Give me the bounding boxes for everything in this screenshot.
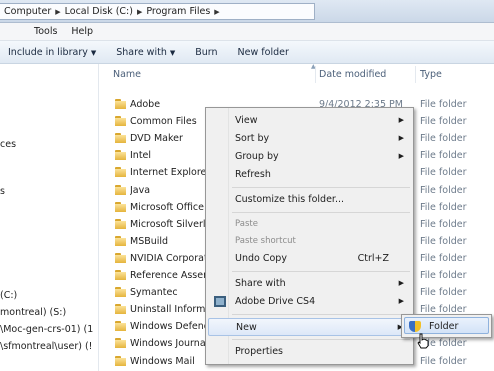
submenu-item-folder[interactable]: Folder [404,317,489,334]
file-type: File folder [420,287,467,299]
hand-cursor-icon [417,333,429,349]
crumb-program-files[interactable]: Program Files [146,6,210,17]
share-with-label: Share with [116,46,167,58]
crumb-local-disk[interactable]: Local Disk (C:) [65,6,133,17]
folder-icon [115,287,126,298]
menu-item-label: Share with [235,278,286,289]
file-type: File folder [420,235,467,247]
menu-item-view[interactable]: View ▶ [208,112,411,130]
chevron-down-icon: ▼ [90,48,97,57]
menu-item-sort-by[interactable]: Sort by ▶ [208,130,411,148]
menu-item-refresh[interactable]: Refresh [208,166,411,184]
shield-folder-icon [409,321,421,332]
submenu-arrow-icon: ▶ [398,279,404,287]
folder-icon [115,321,126,332]
menu-item-paste-shortcut[interactable]: Paste shortcut [208,233,411,251]
include-in-library-label: Include in library [8,46,88,58]
folder-icon [115,218,126,229]
menu-item-properties[interactable]: Properties [208,343,411,361]
menu-item-label: View [235,115,258,126]
folder-icon [115,201,126,212]
submenu-arrow-icon: ▶ [398,134,404,142]
folder-icon [115,355,126,366]
new-submenu: Folder [401,314,492,338]
share-with-button[interactable]: Share with ▼ [116,47,175,58]
submenu-item-label: Folder [429,321,459,332]
menu-item-label: Adobe Drive CS4 [235,296,316,307]
column-divider[interactable] [315,66,316,83]
column-divider[interactable] [415,66,416,83]
folder-icon [115,235,126,246]
file-type: File folder [420,99,467,110]
folder-icon [115,184,126,195]
column-header-row: ▲ Name Date modified Type [99,63,494,86]
file-type: File folder [420,218,467,230]
file-type: File folder [420,116,467,128]
menu-item-label: Properties [235,346,284,357]
crumb-separator-icon[interactable]: ▶ [214,8,219,16]
command-bar: Include in library ▼ Share with ▼ Burn New… [0,41,494,64]
menu-separator [232,212,410,213]
menu-item-shortcut: Ctrl+Z [357,253,389,264]
folder-icon [115,99,126,109]
menu-item-label: Undo Copy [235,253,287,264]
folder-icon [115,304,126,315]
file-type: File folder [420,355,467,367]
menu-bar: Tools Help [0,23,494,41]
column-header-name[interactable]: Name [113,69,141,80]
file-type: File folder [420,252,467,264]
submenu-arrow-icon: ▶ [398,297,404,305]
file-type: File folder [420,201,467,213]
menu-item-label: Customize this folder... [235,194,345,205]
folder-icon [115,150,126,161]
folder-icon [115,270,126,280]
folder-icon [115,252,126,263]
menu-tools[interactable]: Tools [34,26,57,37]
menu-item-paste[interactable]: Paste [208,216,411,234]
menu-item-label: Sort by [235,133,270,144]
menu-item-group-by[interactable]: Group by ▶ [208,148,411,166]
breadcrumb[interactable]: Computer ▶ Local Disk (C:) ▶ Program Fil… [0,3,315,20]
menu-separator [232,271,410,272]
column-header-date-modified[interactable]: Date modified [319,69,386,80]
crumb-separator-icon[interactable]: ▶ [137,8,142,16]
file-type: File folder [420,133,467,145]
menu-separator [232,187,410,188]
include-in-library-button[interactable]: Include in library ▼ [8,47,96,58]
menu-item-undo-copy[interactable]: Undo Copy Ctrl+Z [208,250,411,268]
crumb-separator-icon[interactable]: ▶ [55,8,60,16]
menu-help[interactable]: Help [71,26,93,37]
folder-icon [115,133,126,144]
folder-icon [115,116,126,127]
new-folder-button[interactable]: New folder [238,47,289,58]
menu-item-label: Refresh [235,169,271,180]
menu-item-label: Group by [235,151,279,162]
submenu-arrow-icon: ▶ [398,116,404,124]
burn-button[interactable]: Burn [195,47,217,58]
menu-item-label: New [236,322,257,333]
file-type: File folder [420,150,467,162]
menu-item-adobe-drive[interactable]: Adobe Drive CS4 ▶ [208,293,411,311]
crumb-computer[interactable]: Computer [4,6,51,17]
file-type: File folder [420,184,467,196]
menu-separator [232,314,410,315]
menu-item-customize-folder[interactable]: Customize this folder... [208,191,411,209]
menu-item-label: Paste shortcut [235,236,296,246]
column-header-type[interactable]: Type [420,69,442,80]
menu-item-new[interactable]: New ▶ [208,318,411,336]
file-type: File folder [420,167,467,179]
context-menu: View ▶ Sort by ▶ Group by ▶ Refresh Cust… [205,107,414,365]
address-bar: Computer ▶ Local Disk (C:) ▶ Program Fil… [0,0,494,23]
file-type: File folder [420,270,467,281]
menu-item-label: Paste [235,219,258,229]
menu-separator [232,339,410,340]
folder-icon [115,338,126,349]
chevron-down-icon: ▼ [169,48,176,57]
menu-item-share-with[interactable]: Share with ▶ [208,275,411,293]
adobe-drive-icon [214,296,226,307]
submenu-arrow-icon: ▶ [398,152,404,160]
folder-icon [115,167,126,178]
